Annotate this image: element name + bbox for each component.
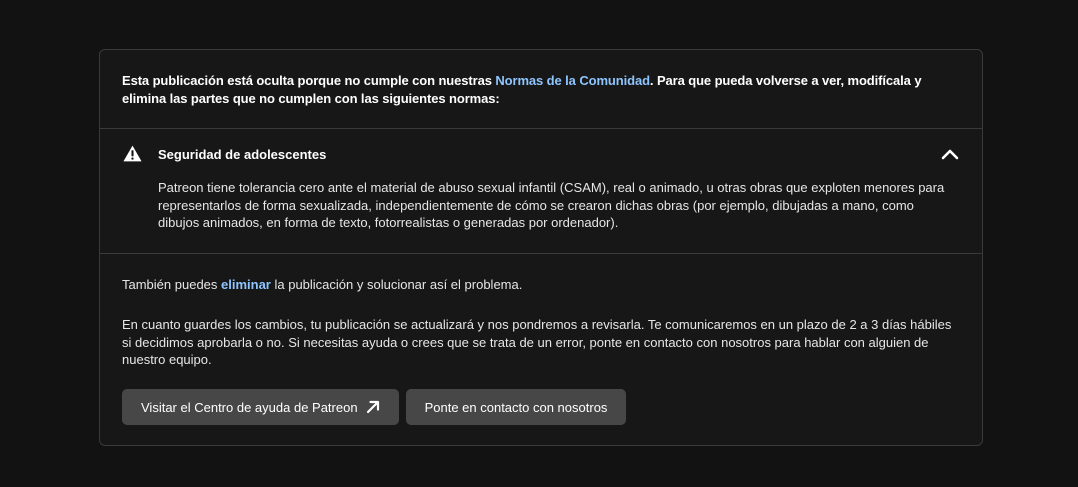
help-center-button[interactable]: Visitar el Centro de ayuda de Patreon	[122, 389, 399, 425]
external-link-arrow-icon	[366, 400, 379, 414]
community-guidelines-link[interactable]: Normas de la Comunidad	[495, 73, 650, 88]
hidden-post-message-text-start: Esta publicación está oculta porque no c…	[122, 73, 496, 88]
action-buttons: Visitar el Centro de ayuda de Patreon Po…	[122, 389, 627, 425]
guideline-title: Seguridad de adolescentes	[158, 147, 327, 162]
hidden-post-message: Esta publicación está oculta porque no c…	[122, 72, 942, 108]
delete-post-note-text-start: También puedes	[122, 277, 222, 292]
delete-post-note-text-end: la publicación y solucionar así el probl…	[270, 277, 523, 292]
divider	[100, 253, 982, 254]
hidden-post-notice-card: Esta publicación está oculta porque no c…	[99, 49, 983, 446]
guideline-description: Patreon tiene tolerancia cero ante el ma…	[158, 180, 945, 230]
contact-us-button-label: Ponte en contacto con nosotros	[424, 399, 608, 415]
delete-post-note: También puedes eliminar la publicación y…	[122, 276, 952, 294]
guideline-section-teen-safety: Seguridad de adolescentes Patreon tiene …	[100, 129, 982, 254]
help-center-button-label: Visitar el Centro de ayuda de Patreon	[141, 399, 358, 415]
review-note: En cuanto guardes los cambios, tu public…	[122, 317, 952, 367]
warning-icon	[123, 145, 142, 162]
chevron-up-icon[interactable]	[940, 145, 960, 163]
contact-us-button[interactable]: Ponte en contacto con nosotros	[405, 389, 627, 425]
delete-post-link[interactable]: eliminar	[221, 277, 271, 292]
